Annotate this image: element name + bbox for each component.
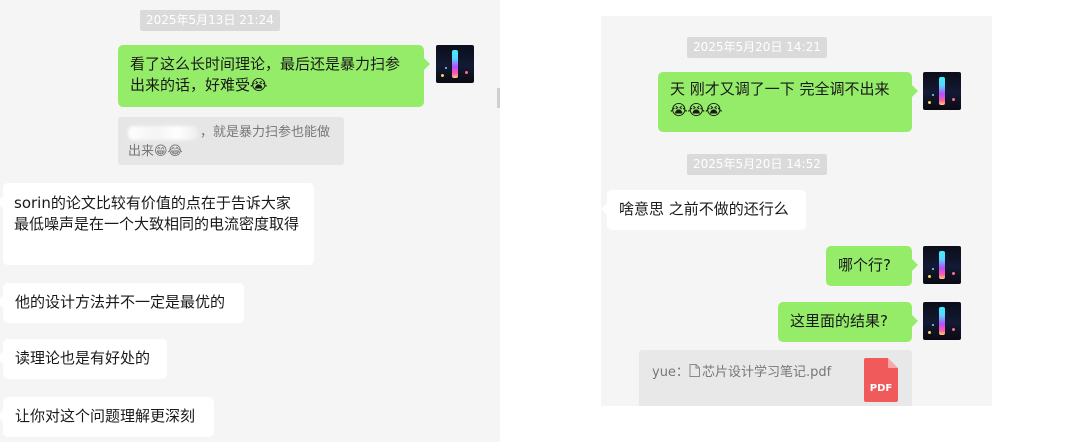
file-name: 芯片设计学习笔记.pdf [701,365,832,380]
message-text: sorin的论文比较有价值的点在于告诉大家最低噪声是在一个大致相同的电流密度取得 [14,194,300,233]
file-attachment[interactable]: yue： 芯片设计学习笔记.pdf PDF [639,350,912,406]
avatar[interactable] [923,72,961,110]
quote-text-line2: 出来😁😂 [128,144,183,159]
scrollbar-thumb[interactable] [497,88,500,108]
message-bubble-sent[interactable]: 天 刚才又调了一下 完全调不出来 😭😭😭 [658,72,918,132]
message-bubble-received[interactable]: 读理论也是有好处的 [0,339,167,379]
message-text: 啥意思 之前不做的还行么 [619,200,789,218]
message-text: 这里面的结果? [790,312,888,330]
message-text: 读理论也是有好处的 [15,349,151,367]
chat-panel-right: 2025年5月20日 14:21 天 刚才又调了一下 完全调不出来 😭😭😭 20… [601,16,992,406]
message-bubble-received[interactable]: sorin的论文比较有价值的点在于告诉大家最低噪声是在一个大致相同的电流密度取得 [0,183,314,265]
message-bubble-received[interactable]: 啥意思 之前不做的还行么 [601,190,806,230]
quote-text: ，就是暴力扫参也能做 [200,125,331,140]
emoji-row: 😭😭😭 [670,101,723,119]
message-text: 天 刚才又调了一下 完全调不出来 [670,80,890,98]
avatar[interactable] [923,302,961,340]
message-text: 哪个行? [838,256,891,274]
message-bubble-received[interactable]: 让你对这个问题理解更深刻 [0,397,214,437]
redacted-name [128,125,198,140]
timestamp: 2025年5月20日 14:52 [687,154,827,175]
pdf-file-icon: PDF [864,358,898,402]
message-text: 他的设计方法并不一定是最优的 [15,293,226,311]
chat-panel-left: 2025年5月13日 21:24 看了这么长时间理论，最后还是暴力扫参出来的话，… [0,0,500,442]
timestamp: 2025年5月13日 21:24 [140,10,280,31]
quoted-message[interactable]: ，就是暴力扫参也能做 出来😁😂 [118,117,344,165]
message-bubble-sent[interactable]: 哪个行? [826,246,918,286]
message-bubble-received[interactable]: 他的设计方法并不一定是最优的 [0,283,244,323]
avatar[interactable] [436,45,474,83]
sender-label: yue： [652,365,689,380]
pdf-badge: PDF [869,383,893,394]
avatar[interactable] [923,246,961,284]
message-text: 让你对这个问题理解更深刻 [15,407,196,425]
timestamp: 2025年5月20日 14:21 [687,37,827,58]
message-bubble-sent[interactable]: 看了这么长时间理论，最后还是暴力扫参出来的话，好难受😭 [118,45,430,107]
document-icon [689,364,700,377]
file-label: yue： 芯片设计学习笔记.pdf [652,361,831,380]
message-bubble-sent[interactable]: 这里面的结果? [778,302,918,342]
message-text: 看了这么长时间理论，最后还是暴力扫参出来的话，好难受😭 [130,55,401,94]
